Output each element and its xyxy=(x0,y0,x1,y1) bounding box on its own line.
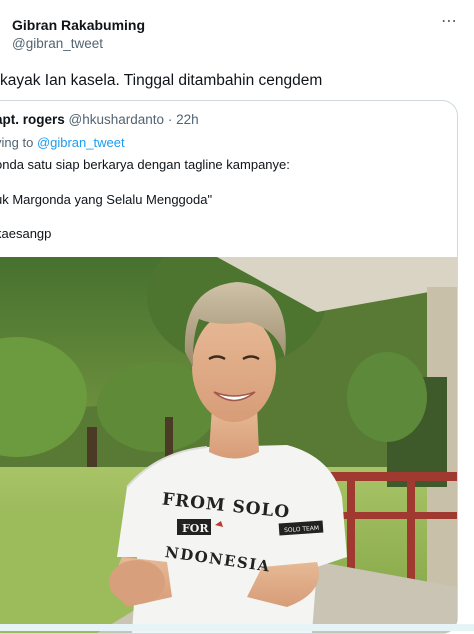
quoted-text-line-1: onda satu siap berkarya dengan tagline k… xyxy=(0,157,290,172)
quoted-text-line-3: kaesangp xyxy=(0,226,52,241)
bottom-strip xyxy=(0,624,474,631)
replying-to-handle[interactable]: @gibran_tweet xyxy=(37,135,125,150)
shirt-print-line-2: FOR xyxy=(182,522,209,535)
railing-post xyxy=(407,472,415,592)
quoted-tweet-photo[interactable]: FROM SOLO FOR NDONESIA SOLO TEAM xyxy=(0,257,457,633)
quoted-tweet-card[interactable]: apt. rogers @hkushardanto · 22h ying to … xyxy=(0,100,458,634)
quoted-author-handle[interactable]: @hkushardanto xyxy=(69,112,165,127)
author-name[interactable]: Gibran Rakabuming xyxy=(12,17,145,33)
separator-dot: · xyxy=(167,112,173,127)
white-t-shirt xyxy=(117,445,347,633)
tree-trunk xyxy=(87,427,97,472)
more-horizontal-icon[interactable]: ⋯ xyxy=(438,14,460,30)
railing-rail xyxy=(327,472,457,481)
replying-to-label: ying to xyxy=(0,135,34,150)
quoted-tweet-time[interactable]: 22h xyxy=(176,112,199,127)
potted-plant xyxy=(347,352,427,442)
tweet-text: kayak Ian kasela. Tinggal ditambahin cen… xyxy=(0,72,323,89)
author-handle[interactable]: @gibran_tweet xyxy=(12,36,103,51)
quoted-tweet-header: apt. rogers @hkushardanto · 22h xyxy=(0,112,199,127)
quoted-author-name[interactable]: apt. rogers xyxy=(0,112,65,127)
clasped-hands xyxy=(109,560,165,604)
railing-rail xyxy=(327,512,457,519)
quoted-text-line-2: uk Margonda yang Selalu Menggoda" xyxy=(0,192,213,207)
face xyxy=(192,312,276,422)
replying-to-line: ying to @gibran_tweet xyxy=(0,135,125,150)
